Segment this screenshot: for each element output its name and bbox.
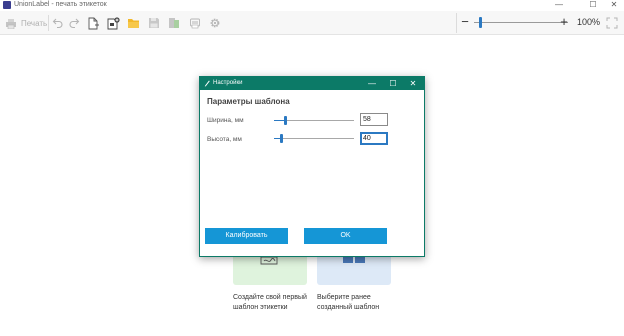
height-slider-track[interactable] [274, 134, 354, 143]
dialog-maximize-button[interactable]: ☐ [384, 77, 402, 90]
save-button[interactable] [147, 16, 161, 30]
save-icon [149, 18, 159, 28]
zoom-in-button[interactable]: + [558, 14, 570, 30]
template-list-icon [343, 257, 365, 263]
create-template-text: Создайте свой первый шаблон этикетки [233, 293, 307, 313]
fit-to-screen-icon[interactable] [606, 17, 618, 29]
open-folder-icon [127, 19, 139, 28]
create-template-text-line2: шаблон этикетки [233, 304, 288, 311]
ok-button[interactable]: OK [304, 228, 387, 244]
undo-button[interactable] [51, 16, 65, 30]
print-button[interactable]: Печать [5, 16, 47, 30]
settings-icon [210, 18, 220, 28]
settings-button[interactable] [208, 16, 222, 30]
print-button-label: Печать [21, 18, 48, 28]
new-template-button[interactable] [106, 16, 120, 30]
zoom-control: − + 100% [456, 11, 624, 35]
window-title: UnionLabel - печать этикеток [14, 1, 107, 8]
zoom-level-value: 100% [577, 17, 601, 27]
maximize-button[interactable]: ☐ [584, 0, 602, 10]
height-slider-thumb[interactable] [280, 134, 284, 143]
redo-button[interactable] [67, 16, 81, 30]
new-template-icon [107, 16, 120, 29]
zoom-out-button[interactable]: − [459, 14, 471, 30]
main-toolbar: Печать − + 100% [0, 11, 624, 35]
print-preview-icon [190, 18, 200, 29]
export-icon [169, 18, 179, 28]
app-logo-icon [3, 1, 11, 9]
zoom-divider [456, 13, 457, 33]
undo-icon [52, 18, 63, 29]
open-template-text: Выберите ранее созданный шаблон [317, 293, 379, 313]
zoom-slider-track[interactable] [474, 22, 568, 23]
open-template-card[interactable] [317, 255, 391, 285]
open-folder-button[interactable] [126, 16, 140, 30]
open-template-text-line1: Выберите ранее [317, 294, 371, 301]
width-input[interactable] [360, 113, 388, 126]
width-slider-track[interactable] [274, 116, 354, 125]
calibrate-button[interactable]: Калибровать [205, 228, 288, 244]
toolbar-divider [48, 15, 49, 31]
new-file-icon [88, 17, 99, 29]
create-template-card[interactable] [233, 255, 307, 285]
height-input[interactable] [360, 132, 388, 145]
redo-icon [69, 18, 80, 29]
dialog-title: Настройки [213, 80, 243, 86]
dialog-titlebar: Настройки — ☐ ✕ [200, 77, 424, 90]
printer-icon [6, 18, 16, 29]
close-button[interactable]: ✕ [605, 0, 623, 10]
export-button[interactable] [167, 16, 181, 30]
open-template-text-line2: созданный шаблон [317, 304, 380, 311]
pencil-icon [204, 80, 210, 87]
height-label: Высота, мм [207, 136, 242, 143]
width-slider-thumb[interactable] [284, 116, 288, 125]
print-preview-button[interactable] [188, 16, 202, 30]
minimize-button[interactable]: — [550, 0, 568, 10]
create-template-text-line1: Создайте свой первый [233, 294, 307, 301]
dialog-minimize-button[interactable]: — [363, 77, 381, 90]
template-params-title: Параметры шаблона [207, 97, 290, 106]
new-file-button[interactable] [86, 16, 100, 30]
width-label: Ширина, мм [207, 117, 244, 124]
zoom-slider-thumb[interactable] [478, 17, 482, 28]
label-template-icon [260, 256, 278, 265]
window-titlebar: UnionLabel - печать этикеток — ☐ ✕ [0, 0, 624, 11]
settings-dialog: Настройки — ☐ ✕ Параметры шаблона Ширина… [199, 76, 425, 257]
dialog-close-button[interactable]: ✕ [404, 77, 422, 90]
